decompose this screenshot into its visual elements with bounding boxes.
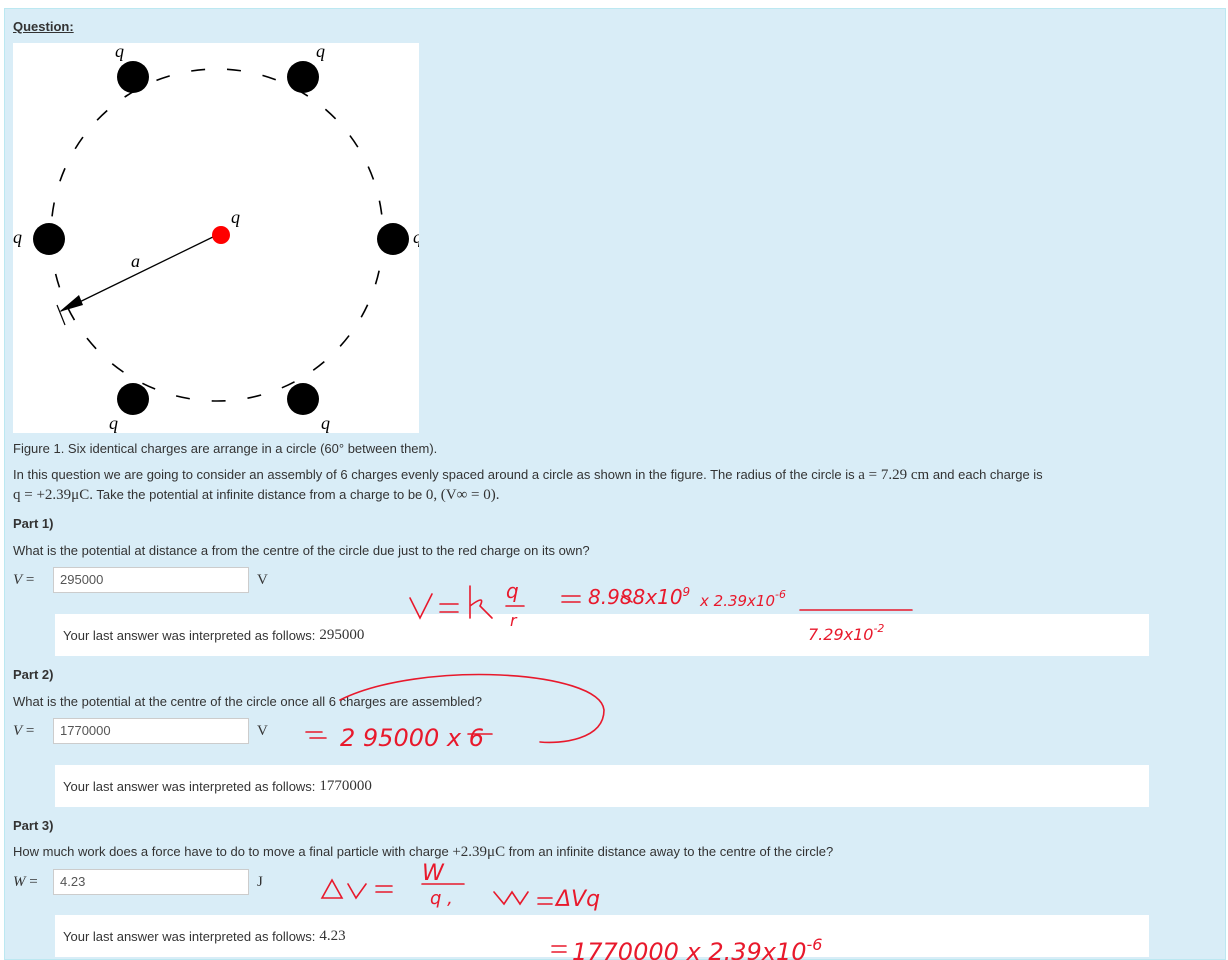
label-q-top-right: q <box>316 43 325 61</box>
part-1-variable: V = <box>13 571 35 588</box>
charge-left <box>33 223 65 255</box>
label-q-bottom-left: q <box>109 413 118 433</box>
question-panel: Question: q q q q q q q a <box>4 8 1226 960</box>
question-label: Question: <box>13 19 74 34</box>
part-3-unit: J <box>257 873 263 890</box>
intro-line-1: In this question we are going to conside… <box>13 467 1043 484</box>
label-q-right: q <box>413 227 419 247</box>
label-q-left: q <box>13 227 22 247</box>
part-3-question: How much work does a force have to do to… <box>13 844 833 861</box>
charge-right <box>377 223 409 255</box>
part-1-answer-input[interactable]: 295000 <box>53 567 249 593</box>
vinf-expression: (V∞ = 0). <box>440 487 500 503</box>
intro-line-2: q = +2.39μC. Take the potential at infin… <box>13 487 500 504</box>
part-2-title: Part 2) <box>13 667 54 682</box>
zero-expression: 0, <box>425 487 438 503</box>
radius-arrow-line <box>60 234 218 312</box>
label-radius-a: a <box>131 251 140 271</box>
charge-top-right <box>287 61 319 93</box>
part-3-feedback-value: 4.23 <box>319 927 346 944</box>
part-3-charge-expression: +2.39μC <box>452 844 506 860</box>
charge-bottom-left <box>117 383 149 415</box>
part-1-title: Part 1) <box>13 516 54 531</box>
label-q-center: q <box>231 207 240 227</box>
charge-circle-figure: q q q q q q q a <box>13 41 422 433</box>
part-2-variable: V = <box>13 722 35 739</box>
part-1-feedback-text: Your last answer was interpreted as foll… <box>63 627 316 643</box>
part-1-unit: V <box>257 571 268 588</box>
part-3-feedback-text: Your last answer was interpreted as foll… <box>63 928 316 944</box>
part-3-answer-input[interactable]: 4.23 <box>53 869 249 895</box>
part-3-feedback: Your last answer was interpreted as foll… <box>55 915 1149 957</box>
figure-svg: q q q q q q q a <box>13 41 422 433</box>
part-3-variable: W = <box>13 873 38 890</box>
part-1-answer-row: V = 295000 V <box>13 567 268 593</box>
part-2-question: What is the potential at the centre of t… <box>13 694 482 709</box>
intro-text-1-tail: and each charge is <box>932 467 1043 482</box>
part-2-answer-row: V = 1770000 V <box>13 718 268 744</box>
part-1-feedback-value: 295000 <box>319 626 365 643</box>
part-2-feedback-text: Your last answer was interpreted as foll… <box>63 778 316 794</box>
part-2-answer-input[interactable]: 1770000 <box>53 718 249 744</box>
charge-center-red <box>212 226 230 244</box>
intro-text-2: Take the potential at infinite distance … <box>96 487 423 502</box>
part-3-question-post: from an infinite distance away to the ce… <box>508 844 834 859</box>
part-1-feedback: Your last answer was interpreted as foll… <box>55 614 1149 656</box>
label-q-top-left: q <box>115 43 124 61</box>
charge-top-left <box>117 61 149 93</box>
part-3-answer-row: W = 4.23 J <box>13 869 263 895</box>
figure-caption: Figure 1. Six identical charges are arra… <box>13 441 438 456</box>
part-2-feedback-value: 1770000 <box>319 777 372 794</box>
arrow-head-icon <box>59 295 83 312</box>
part-2-feedback: Your last answer was interpreted as foll… <box>55 765 1149 807</box>
part-3-title: Part 3) <box>13 818 54 833</box>
charge-expression: q = +2.39μC. <box>13 487 93 503</box>
part-3-question-pre: How much work does a force have to do to… <box>13 844 449 859</box>
part-2-unit: V <box>257 722 268 739</box>
charge-bottom-right <box>287 383 319 415</box>
intro-text-1: In this question we are going to conside… <box>13 467 855 482</box>
part-1-question: What is the potential at distance a from… <box>13 543 590 558</box>
radius-expression: a = 7.29 cm <box>858 467 930 483</box>
label-q-bottom-right: q <box>321 413 330 433</box>
